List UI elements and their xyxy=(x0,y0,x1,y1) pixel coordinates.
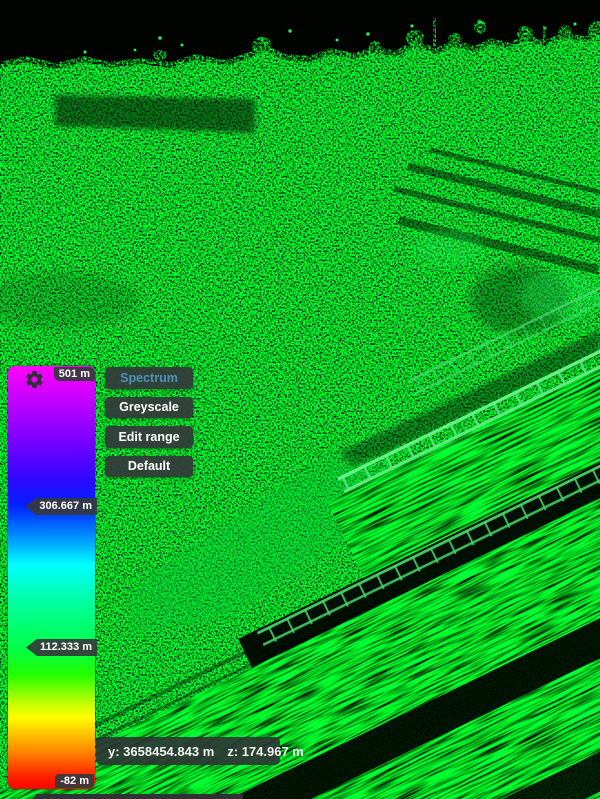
legend-max-label: 501 m xyxy=(53,367,95,381)
legend-upper-tick-label: 306.667 m xyxy=(25,497,97,515)
gear-icon[interactable] xyxy=(24,369,45,390)
legend-min-label: -82 m xyxy=(55,774,94,788)
spectrum-button[interactable]: Spectrum xyxy=(105,367,193,389)
coordinate-y: y: 3658454.843 m xyxy=(108,743,215,759)
color-scheme-menu: Spectrum Greyscale Edit range Default xyxy=(105,367,193,477)
default-button[interactable]: Default xyxy=(105,455,193,477)
edit-range-button[interactable]: Edit range xyxy=(105,426,193,448)
point-cloud-viewer-window: 501 m 306.667 m 112.333 m -82 m Spectrum… xyxy=(0,0,600,799)
legend-lower-tick-label: 112.333 m xyxy=(26,639,97,656)
greyscale-button[interactable]: Greyscale xyxy=(105,396,193,418)
coordinate-readout: y: 3658454.843 m z: 174.967 m xyxy=(96,737,304,765)
coordinate-z: z: 174.967 m xyxy=(227,743,304,759)
bottom-panel-edge xyxy=(35,794,243,799)
elevation-gradient-bar[interactable]: 501 m 306.667 m 112.333 m -82 m xyxy=(8,366,97,789)
